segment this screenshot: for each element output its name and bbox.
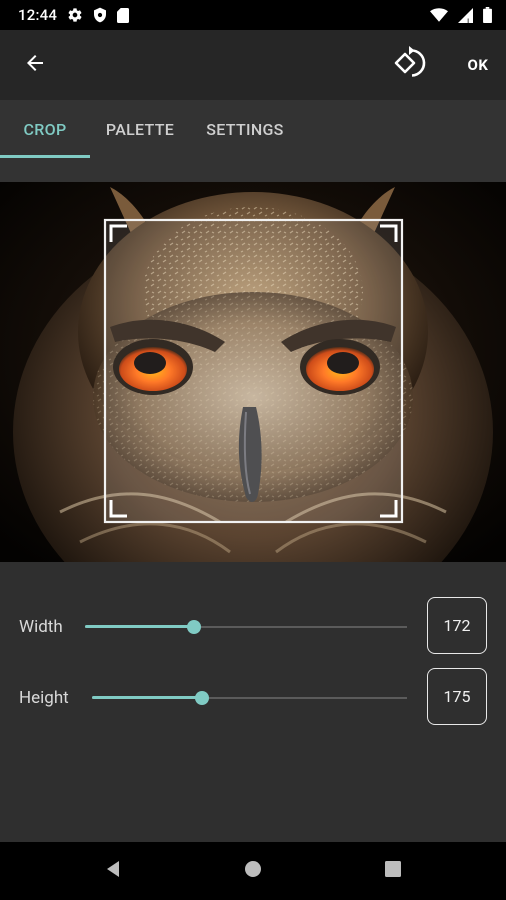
status-bar: 12:44	[0, 0, 506, 30]
system-nav-bar	[0, 842, 506, 900]
nav-recents-button[interactable]	[378, 856, 408, 886]
sd-card-icon	[117, 7, 130, 23]
recents-square-icon	[383, 859, 403, 883]
status-right	[430, 7, 492, 23]
width-slider-thumb[interactable]	[187, 620, 201, 634]
status-time: 12:44	[18, 6, 58, 24]
height-slider-thumb[interactable]	[195, 691, 209, 705]
battery-icon	[483, 7, 492, 23]
home-circle-icon	[243, 859, 263, 883]
status-left: 12:44	[18, 6, 130, 24]
rotate-button[interactable]	[388, 42, 434, 88]
wifi-icon	[430, 8, 448, 22]
tab-indicator	[0, 155, 90, 158]
height-slider-fill	[92, 696, 202, 699]
tab-palette[interactable]: PALETTE	[94, 100, 186, 158]
back-button[interactable]	[14, 44, 56, 86]
width-slider-fill	[85, 625, 194, 628]
rotate-left-icon	[392, 44, 430, 86]
tab-settings[interactable]: SETTINGS	[196, 100, 294, 158]
crop-image-area[interactable]	[0, 182, 506, 562]
height-label: Height	[19, 688, 69, 708]
ok-button[interactable]: OK	[456, 50, 500, 80]
shield-icon	[93, 7, 107, 23]
width-label: Width	[19, 617, 63, 637]
height-value-field[interactable]: 175	[427, 668, 487, 725]
back-triangle-icon	[103, 859, 123, 883]
gear-icon	[67, 7, 83, 23]
crop-controls: Width 172 Height 175	[0, 562, 506, 842]
app-toolbar: OK	[0, 30, 506, 100]
nav-home-button[interactable]	[238, 856, 268, 886]
crop-frame[interactable]	[0, 182, 506, 562]
arrow-back-icon	[23, 51, 47, 79]
cellular-signal-icon	[458, 7, 473, 23]
nav-back-button[interactable]	[98, 856, 128, 886]
width-value-field[interactable]: 172	[427, 597, 487, 654]
tab-bar: CROP PALETTE SETTINGS	[0, 100, 506, 182]
tab-crop[interactable]: CROP	[0, 100, 90, 158]
